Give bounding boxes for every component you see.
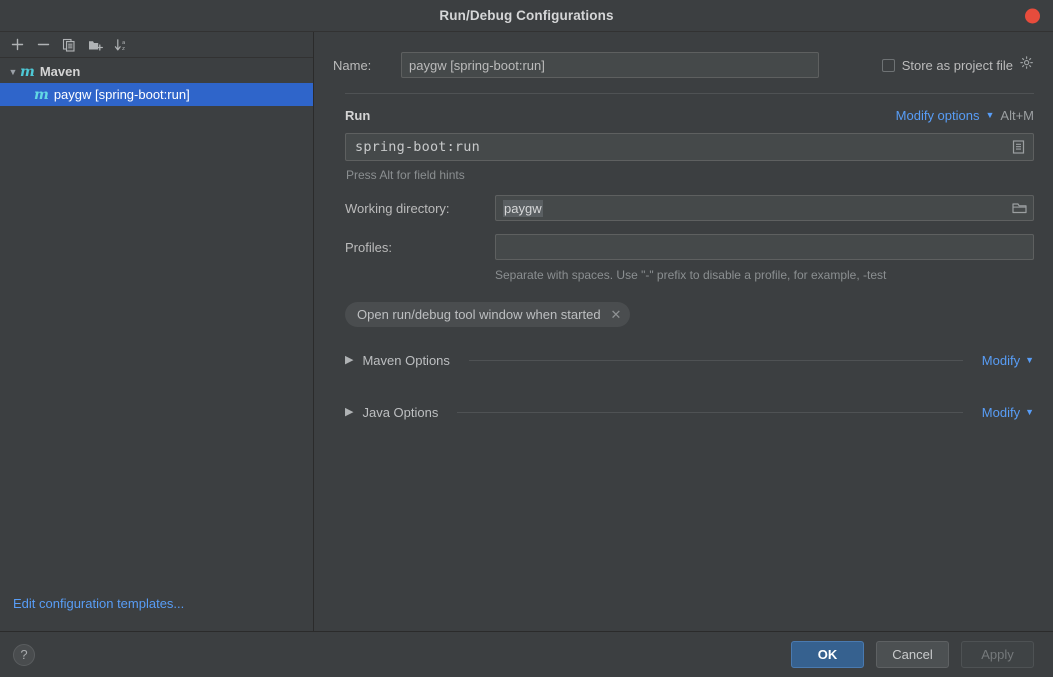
run-section-header: Run Modify options ▼ Alt+M [333, 108, 1034, 123]
store-as-project-file-label: Store as project file [901, 57, 1013, 73]
maven-options-modify-group[interactable]: Modify ▼ [982, 353, 1034, 368]
close-window-icon[interactable] [1025, 8, 1040, 23]
store-as-project-file-group[interactable]: Store as project file [881, 55, 1034, 75]
modify-options-shortcut: Alt+M [1000, 108, 1034, 123]
name-row: Name: Store as project file [333, 52, 1034, 78]
profiles-row: Profiles: [333, 234, 1034, 260]
apply-button: Apply [961, 641, 1034, 668]
sort-alphabetically-icon[interactable]: a z [109, 34, 133, 56]
help-button[interactable]: ? [13, 643, 35, 666]
chevron-down-icon[interactable]: ▼ [985, 111, 994, 120]
configurations-sidebar: a z ▼ m Maven m paygw [spring-boot:run] … [0, 32, 314, 631]
command-value: spring-boot:run [355, 139, 480, 155]
maven-icon: m [34, 86, 49, 103]
remove-icon[interactable] [31, 34, 55, 56]
gear-icon[interactable] [1020, 55, 1034, 75]
sidebar-footer: Edit configuration templates... [0, 595, 313, 631]
java-options-title: Java Options [362, 405, 439, 420]
tree-item-label: paygw [spring-boot:run] [53, 87, 190, 102]
document-list-icon[interactable] [1012, 140, 1025, 155]
title-bar: Run/Debug Configurations [0, 0, 1053, 32]
svg-text:z: z [122, 46, 125, 52]
dialog-body: a z ▼ m Maven m paygw [spring-boot:run] … [0, 32, 1053, 631]
footer-buttons: OK Cancel Apply [791, 641, 1034, 668]
section-rule [468, 360, 963, 361]
command-field[interactable]: spring-boot:run [345, 133, 1034, 161]
name-label: Name: [333, 57, 372, 73]
add-icon[interactable] [5, 34, 29, 56]
chevron-down-icon[interactable]: ▼ [1025, 408, 1034, 417]
maven-options-title: Maven Options [362, 353, 450, 368]
java-options-modify-group[interactable]: Modify ▼ [982, 405, 1034, 420]
command-row: spring-boot:run [333, 133, 1034, 161]
tree-group-maven[interactable]: ▼ m Maven [0, 60, 313, 83]
name-input[interactable] [401, 52, 819, 78]
close-icon[interactable]: ✕ [611, 308, 622, 321]
working-directory-input[interactable]: paygw [495, 195, 1034, 221]
configurations-tree: ▼ m Maven m paygw [spring-boot:run] [0, 58, 313, 595]
chevron-right-icon[interactable]: ▶ [345, 407, 353, 418]
run-debug-configurations-dialog: Run/Debug Configurations a z ▼ m Maven m… [0, 0, 1053, 677]
dialog-footer: ? OK Cancel Apply [0, 631, 1053, 677]
profiles-field[interactable] [495, 234, 1034, 260]
store-as-project-file-checkbox[interactable] [881, 58, 895, 72]
profiles-hint: Separate with spaces. Use "-" prefix to … [495, 268, 887, 282]
section-rule [457, 412, 963, 413]
dialog-title: Run/Debug Configurations [439, 8, 614, 23]
chevron-down-icon[interactable]: ▼ [1025, 356, 1034, 365]
run-section-title: Run [345, 108, 371, 123]
collapsible-java-options[interactable]: ▶ Java Options Modify ▼ [333, 405, 1034, 420]
profiles-input[interactable] [495, 234, 1034, 260]
edit-configuration-templates-link[interactable]: Edit configuration templates... [13, 596, 184, 611]
working-directory-row: Working directory: paygw [333, 195, 1034, 221]
modify-options-group: Modify options ▼ Alt+M [896, 108, 1034, 123]
cancel-button[interactable]: Cancel [876, 641, 949, 668]
ok-button[interactable]: OK [791, 641, 864, 668]
maven-options-modify-link[interactable]: Modify [982, 353, 1020, 368]
chevron-right-icon[interactable]: ▶ [345, 355, 353, 366]
profiles-label: Profiles: [345, 239, 392, 255]
header-divider [345, 93, 1034, 94]
sidebar-toolbar: a z [0, 32, 313, 58]
configuration-editor: Name: Store as project file Run [314, 32, 1053, 631]
copy-icon[interactable] [57, 34, 81, 56]
option-chips: Open run/debug tool window when started … [333, 302, 1034, 327]
java-options-modify-link[interactable]: Modify [982, 405, 1020, 420]
chip-label: Open run/debug tool window when started [357, 307, 601, 322]
chevron-down-icon[interactable]: ▼ [6, 67, 20, 77]
working-directory-value: paygw [503, 199, 543, 217]
command-hint: Press Alt for field hints [346, 168, 465, 182]
chip-open-run-debug-tool-window[interactable]: Open run/debug tool window when started … [345, 302, 631, 327]
collapsible-maven-options[interactable]: ▶ Maven Options Modify ▼ [333, 353, 1034, 368]
tree-item-paygw[interactable]: m paygw [spring-boot:run] [0, 83, 313, 106]
working-directory-label: Working directory: [345, 200, 450, 216]
folder-icon[interactable] [1012, 202, 1027, 215]
tree-group-label: Maven [39, 64, 81, 79]
working-directory-field[interactable]: paygw [495, 195, 1034, 221]
maven-icon: m [20, 63, 35, 80]
modify-options-link[interactable]: Modify options [896, 108, 980, 123]
save-configuration-icon[interactable] [83, 34, 107, 56]
